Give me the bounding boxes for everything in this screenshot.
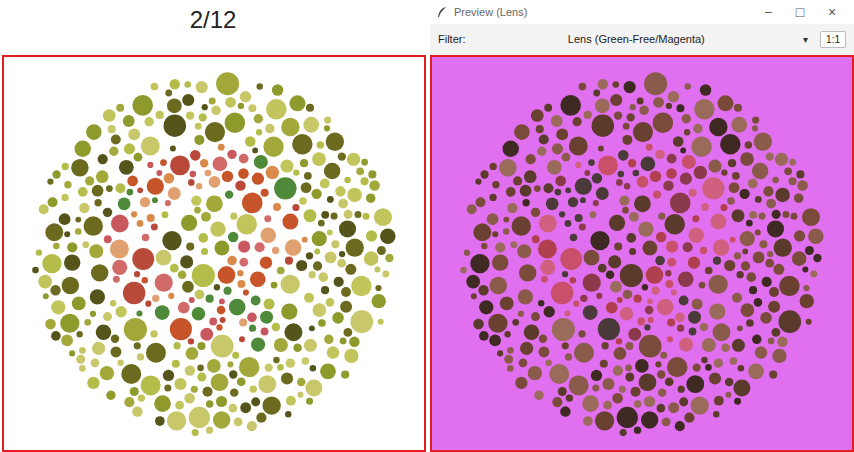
filtered-plate-image: [449, 61, 835, 447]
page-counter: 2/12: [0, 0, 426, 55]
window-control-button[interactable]: □: [784, 2, 816, 23]
feather-icon: [436, 6, 448, 18]
app: 2/12 Preview (Lens) −□× Filter: Lens (Green-…: [0, 0, 854, 452]
window-control-button[interactable]: ×: [816, 2, 848, 23]
filter-dropdown[interactable]: Lens (Green-Free/Magenta)▾: [474, 31, 813, 48]
zoom-button[interactable]: 1:1: [820, 31, 846, 48]
title-bar: Preview (Lens) −□×: [430, 0, 854, 24]
filter-label: Filter:: [438, 31, 466, 48]
preview-window: Preview (Lens) −□× Filter: Lens (Green-Free…: [430, 0, 854, 452]
preview-image-frame: [430, 55, 854, 452]
original-image-frame: [2, 55, 426, 452]
original-panel: 2/12: [0, 0, 426, 452]
dropdown-arrow[interactable]: ▾: [799, 32, 812, 47]
ishihara-plate-image: [21, 61, 407, 447]
window-title: Preview (Lens): [454, 4, 527, 21]
window-control-button[interactable]: −: [752, 2, 784, 23]
toolbar: Filter: Lens (Green-Free/Magenta)▾ 1:1: [430, 24, 854, 55]
